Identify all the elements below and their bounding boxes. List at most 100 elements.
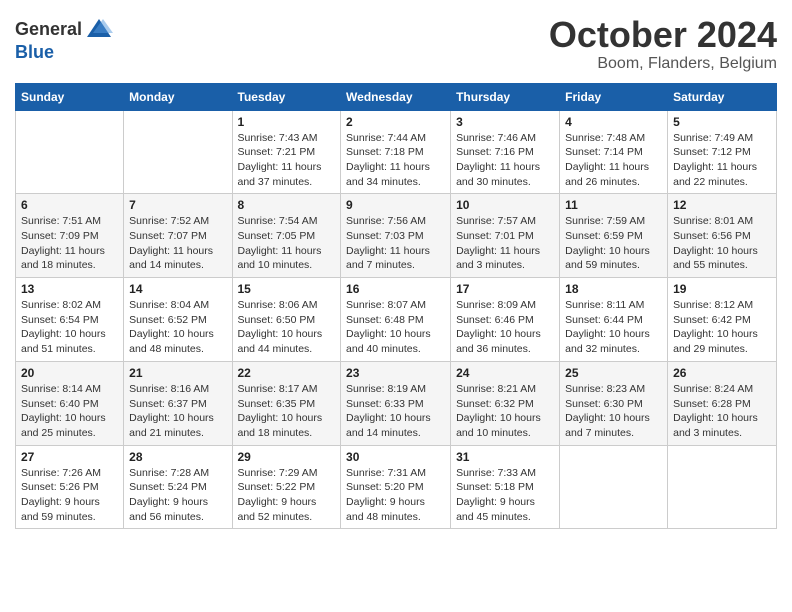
- calendar-table: SundayMondayTuesdayWednesdayThursdayFrid…: [15, 83, 777, 530]
- calendar-cell: 13 Sunrise: 8:02 AM Sunset: 6:54 PM Dayli…: [16, 278, 124, 362]
- weekday-header: Tuesday: [232, 83, 341, 110]
- day-info: Sunrise: 8:24 AM Sunset: 6:28 PM Dayligh…: [673, 382, 771, 441]
- day-number: 4: [565, 115, 662, 129]
- day-info: Sunrise: 7:51 AM Sunset: 7:09 PM Dayligh…: [21, 214, 118, 273]
- calendar-cell: 20 Sunrise: 8:14 AM Sunset: 6:40 PM Dayli…: [16, 361, 124, 445]
- calendar-week-row: 13 Sunrise: 8:02 AM Sunset: 6:54 PM Dayli…: [16, 278, 777, 362]
- calendar-cell: 29 Sunrise: 7:29 AM Sunset: 5:22 PM Dayli…: [232, 445, 341, 529]
- day-info: Sunrise: 7:31 AM Sunset: 5:20 PM Dayligh…: [346, 466, 445, 525]
- calendar-cell: 5 Sunrise: 7:49 AM Sunset: 7:12 PM Daylig…: [668, 110, 777, 194]
- calendar-week-row: 20 Sunrise: 8:14 AM Sunset: 6:40 PM Dayli…: [16, 361, 777, 445]
- calendar-cell: [16, 110, 124, 194]
- day-number: 20: [21, 366, 118, 380]
- day-number: 24: [456, 366, 554, 380]
- calendar-cell: 9Sunrise: 7:56 AM Sunset: 7:03 PM Daylig…: [341, 194, 451, 278]
- weekday-header: Friday: [560, 83, 668, 110]
- calendar-cell: 11 Sunrise: 7:59 AM Sunset: 6:59 PM Dayli…: [560, 194, 668, 278]
- day-info: Sunrise: 8:19 AM Sunset: 6:33 PM Dayligh…: [346, 382, 445, 441]
- day-number: 28: [129, 450, 226, 464]
- day-info: Sunrise: 8:16 AM Sunset: 6:37 PM Dayligh…: [129, 382, 226, 441]
- day-number: 27: [21, 450, 118, 464]
- day-info: Sunrise: 8:07 AM Sunset: 6:48 PM Dayligh…: [346, 298, 445, 357]
- day-info: Sunrise: 7:49 AM Sunset: 7:12 PM Dayligh…: [673, 131, 771, 190]
- day-number: 19: [673, 282, 771, 296]
- day-info: Sunrise: 8:01 AM Sunset: 6:56 PM Dayligh…: [673, 214, 771, 273]
- day-number: 3: [456, 115, 554, 129]
- calendar-cell: 10 Sunrise: 7:57 AM Sunset: 7:01 PM Dayli…: [451, 194, 560, 278]
- calendar-cell: 8 Sunrise: 7:54 AM Sunset: 7:05 PM Daylig…: [232, 194, 341, 278]
- day-number: 15: [238, 282, 336, 296]
- day-info: Sunrise: 8:14 AM Sunset: 6:40 PM Dayligh…: [21, 382, 118, 441]
- day-info: Sunrise: 7:54 AM Sunset: 7:05 PM Dayligh…: [238, 214, 336, 273]
- calendar-week-row: 1 Sunrise: 7:43 AM Sunset: 7:21 PM Daylig…: [16, 110, 777, 194]
- day-info: Sunrise: 7:33 AM Sunset: 5:18 PM Dayligh…: [456, 466, 554, 525]
- location-title: Boom, Flanders, Belgium: [549, 55, 777, 73]
- day-info: Sunrise: 7:52 AM Sunset: 7:07 PM Dayligh…: [129, 214, 226, 273]
- calendar-cell: [560, 445, 668, 529]
- day-info: Sunrise: 7:57 AM Sunset: 7:01 PM Dayligh…: [456, 214, 554, 273]
- day-number: 8: [238, 198, 336, 212]
- calendar-cell: 17 Sunrise: 8:09 AM Sunset: 6:46 PM Dayli…: [451, 278, 560, 362]
- day-number: 17: [456, 282, 554, 296]
- calendar-cell: 7 Sunrise: 7:52 AM Sunset: 7:07 PM Daylig…: [124, 194, 232, 278]
- day-info: Sunrise: 7:28 AM Sunset: 5:24 PM Dayligh…: [129, 466, 226, 525]
- day-info: Sunrise: 8:09 AM Sunset: 6:46 PM Dayligh…: [456, 298, 554, 357]
- calendar-cell: 15 Sunrise: 8:06 AM Sunset: 6:50 PM Dayli…: [232, 278, 341, 362]
- calendar-cell: 3Sunrise: 7:46 AM Sunset: 7:16 PM Daylig…: [451, 110, 560, 194]
- day-number: 2: [346, 115, 445, 129]
- day-info: Sunrise: 8:04 AM Sunset: 6:52 PM Dayligh…: [129, 298, 226, 357]
- day-info: Sunrise: 8:02 AM Sunset: 6:54 PM Dayligh…: [21, 298, 118, 357]
- logo-icon: [85, 15, 113, 43]
- day-number: 21: [129, 366, 226, 380]
- day-info: Sunrise: 8:23 AM Sunset: 6:30 PM Dayligh…: [565, 382, 662, 441]
- day-number: 1: [238, 115, 336, 129]
- day-info: Sunrise: 7:43 AM Sunset: 7:21 PM Dayligh…: [238, 131, 336, 190]
- day-number: 9: [346, 198, 445, 212]
- day-number: 5: [673, 115, 771, 129]
- day-info: Sunrise: 7:48 AM Sunset: 7:14 PM Dayligh…: [565, 131, 662, 190]
- weekday-header: Sunday: [16, 83, 124, 110]
- calendar-cell: 6 Sunrise: 7:51 AM Sunset: 7:09 PM Daylig…: [16, 194, 124, 278]
- day-number: 31: [456, 450, 554, 464]
- day-number: 23: [346, 366, 445, 380]
- month-title: October 2024: [549, 15, 777, 55]
- calendar-week-row: 6 Sunrise: 7:51 AM Sunset: 7:09 PM Daylig…: [16, 194, 777, 278]
- day-number: 11: [565, 198, 662, 212]
- day-number: 26: [673, 366, 771, 380]
- calendar-cell: 16 Sunrise: 8:07 AM Sunset: 6:48 PM Dayli…: [341, 278, 451, 362]
- weekday-header: Saturday: [668, 83, 777, 110]
- page-header: General Blue October 2024 Boom, Flanders…: [15, 15, 777, 73]
- day-number: 14: [129, 282, 226, 296]
- day-number: 10: [456, 198, 554, 212]
- calendar-cell: [124, 110, 232, 194]
- weekday-header: Monday: [124, 83, 232, 110]
- day-number: 6: [21, 198, 118, 212]
- calendar-week-row: 27 Sunrise: 7:26 AM Sunset: 5:26 PM Dayli…: [16, 445, 777, 529]
- logo: General Blue: [15, 15, 113, 63]
- day-info: Sunrise: 8:21 AM Sunset: 6:32 PM Dayligh…: [456, 382, 554, 441]
- title-block: October 2024 Boom, Flanders, Belgium: [549, 15, 777, 73]
- calendar-cell: 26 Sunrise: 8:24 AM Sunset: 6:28 PM Dayli…: [668, 361, 777, 445]
- calendar-cell: 18 Sunrise: 8:11 AM Sunset: 6:44 PM Dayli…: [560, 278, 668, 362]
- day-number: 16: [346, 282, 445, 296]
- day-info: Sunrise: 7:26 AM Sunset: 5:26 PM Dayligh…: [21, 466, 118, 525]
- logo-general: General: [15, 20, 82, 38]
- day-info: Sunrise: 8:06 AM Sunset: 6:50 PM Dayligh…: [238, 298, 336, 357]
- calendar-cell: 28 Sunrise: 7:28 AM Sunset: 5:24 PM Dayli…: [124, 445, 232, 529]
- calendar-cell: 14 Sunrise: 8:04 AM Sunset: 6:52 PM Dayli…: [124, 278, 232, 362]
- day-info: Sunrise: 7:29 AM Sunset: 5:22 PM Dayligh…: [238, 466, 336, 525]
- calendar-cell: 23 Sunrise: 8:19 AM Sunset: 6:33 PM Dayli…: [341, 361, 451, 445]
- day-number: 22: [238, 366, 336, 380]
- day-number: 18: [565, 282, 662, 296]
- weekday-header: Thursday: [451, 83, 560, 110]
- day-number: 29: [238, 450, 336, 464]
- day-number: 7: [129, 198, 226, 212]
- weekday-header: Wednesday: [341, 83, 451, 110]
- day-info: Sunrise: 7:59 AM Sunset: 6:59 PM Dayligh…: [565, 214, 662, 273]
- day-number: 30: [346, 450, 445, 464]
- day-number: 13: [21, 282, 118, 296]
- calendar-cell: 12Sunrise: 8:01 AM Sunset: 6:56 PM Dayli…: [668, 194, 777, 278]
- day-info: Sunrise: 8:11 AM Sunset: 6:44 PM Dayligh…: [565, 298, 662, 357]
- calendar-cell: 22Sunrise: 8:17 AM Sunset: 6:35 PM Dayli…: [232, 361, 341, 445]
- calendar-header-row: SundayMondayTuesdayWednesdayThursdayFrid…: [16, 83, 777, 110]
